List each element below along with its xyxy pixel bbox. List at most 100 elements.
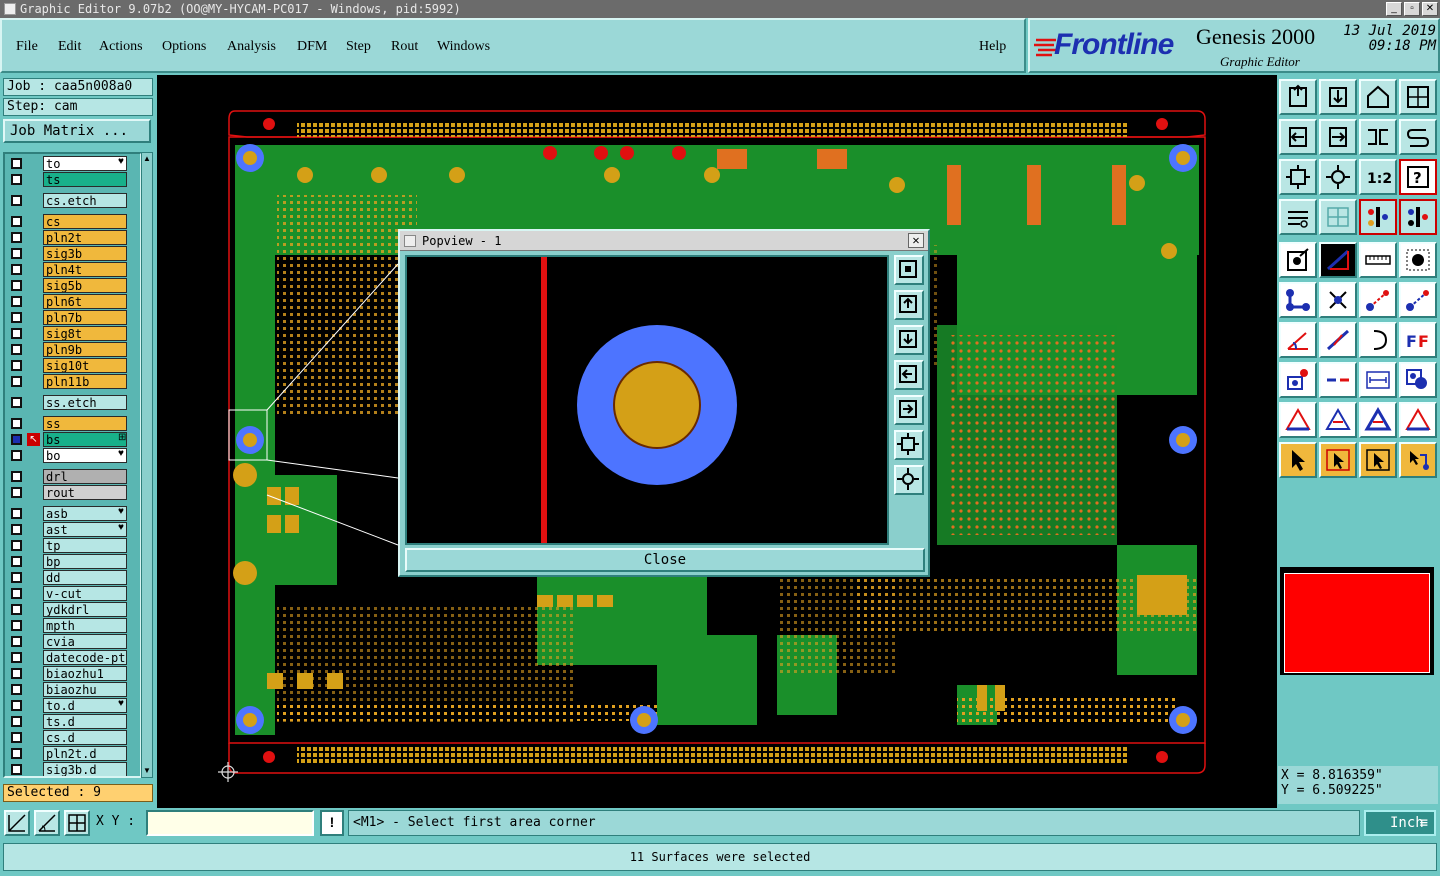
layer-label[interactable]: pln2t	[43, 230, 127, 245]
layer-checkbox[interactable]	[11, 328, 22, 339]
popview-canvas[interactable]	[405, 255, 889, 545]
layer-row-pln9b[interactable]: pln9b	[7, 342, 140, 357]
break-line-button[interactable]	[1319, 362, 1357, 398]
cross-button[interactable]	[1319, 282, 1357, 318]
layer-row-v-cut[interactable]: v-cut	[7, 586, 140, 601]
layer-checkbox[interactable]	[11, 668, 22, 679]
layer-checkbox[interactable]	[11, 540, 22, 551]
snap-button[interactable]	[4, 810, 30, 836]
job-matrix-button[interactable]: Job Matrix ...	[3, 119, 151, 143]
shape-b-button[interactable]	[1359, 402, 1397, 438]
layer-row-sig10t[interactable]: sig10t	[7, 358, 140, 373]
layer-label[interactable]: sig10t	[43, 358, 127, 373]
layer-row-mpth[interactable]: mpth	[7, 618, 140, 633]
layer-label[interactable]: sig3b.d	[43, 762, 127, 776]
view-home-button[interactable]	[1359, 79, 1397, 115]
select-mode-button[interactable]	[1279, 242, 1317, 278]
layer-checkbox[interactable]	[11, 195, 22, 206]
layer-row-cs[interactable]: cs	[7, 214, 140, 229]
layer-label[interactable]: to.d	[43, 698, 127, 713]
layer-row-cs.d[interactable]: cs.d	[7, 730, 140, 745]
select-net-button[interactable]	[1399, 442, 1437, 478]
layer-checkbox[interactable]	[11, 434, 22, 445]
add-line-button[interactable]	[1319, 242, 1357, 278]
layer-label[interactable]: cs	[43, 214, 127, 229]
zoom-1to2-button[interactable]: 1:2	[1359, 159, 1397, 195]
layer-row-to.d[interactable]: to.d ♥	[7, 698, 140, 713]
layer-checkbox[interactable]	[11, 684, 22, 695]
arc-button[interactable]	[1359, 322, 1397, 358]
layer-checkbox[interactable]	[11, 376, 22, 387]
snap-grid-button[interactable]	[64, 810, 90, 836]
layer-checkbox[interactable]	[11, 508, 22, 519]
layer-row-ss.etch[interactable]: ss.etch	[7, 395, 140, 410]
layer-label[interactable]: biaozhu1	[43, 666, 127, 681]
layer-label[interactable]: pln9b	[43, 342, 127, 357]
menu-file[interactable]: File	[16, 39, 38, 55]
layer-scrollbar[interactable]: ▲ ▼	[141, 152, 153, 778]
layer-label[interactable]: pln11b	[43, 374, 127, 389]
slope-button[interactable]	[1319, 322, 1357, 358]
layer-checkbox[interactable]	[11, 174, 22, 185]
shape-c-button[interactable]	[1399, 402, 1437, 438]
layer-label[interactable]: rout	[43, 485, 127, 500]
layer-row-ts[interactable]: ts	[7, 172, 140, 187]
layer-row-cs.etch[interactable]: cs.etch	[7, 193, 140, 208]
layer-row-tp[interactable]: tp	[7, 538, 140, 553]
window-split-button[interactable]	[1399, 79, 1437, 115]
popview-pan-down-button[interactable]	[894, 325, 924, 355]
ruler-button[interactable]	[1359, 242, 1397, 278]
pan-left-button[interactable]	[1279, 119, 1317, 155]
layer-label[interactable]: v-cut	[43, 586, 127, 601]
pad-group-button[interactable]	[1399, 362, 1437, 398]
layer-row-bo[interactable]: bo ♥	[7, 448, 140, 463]
layer-label[interactable]: pln6t	[43, 294, 127, 309]
popview-fit-button[interactable]	[894, 430, 924, 460]
info-button[interactable]: !	[320, 810, 344, 836]
popview-close-button[interactable]: Close	[405, 548, 925, 572]
layer-checkbox[interactable]	[11, 296, 22, 307]
layer-row-pln2t.d[interactable]: pln2t.d	[7, 746, 140, 761]
menu-analysis[interactable]: Analysis	[227, 39, 276, 55]
layer-checkbox[interactable]	[11, 264, 22, 275]
layer-checkbox[interactable]	[11, 652, 22, 663]
close-icon[interactable]: ✕	[908, 233, 924, 248]
layer-label[interactable]: ss.etch	[43, 395, 127, 410]
layer-label[interactable]: cs.d	[43, 730, 127, 745]
layer-row-datecode-pto[interactable]: datecode-pto	[7, 650, 140, 665]
layer-label[interactable]: pln7b	[43, 310, 127, 325]
layer-row-biaozhu1[interactable]: biaozhu1	[7, 666, 140, 681]
redraw-button[interactable]	[1399, 119, 1437, 155]
layer-checkbox[interactable]	[11, 344, 22, 355]
maximize-icon[interactable]: ▫	[1404, 2, 1420, 16]
layer-label[interactable]: biaozhu	[43, 682, 127, 697]
layer-label[interactable]: tp	[43, 538, 127, 553]
node-button[interactable]	[1279, 362, 1317, 398]
layer-label[interactable]: sig3b	[43, 246, 127, 261]
layer-row-sig3b[interactable]: sig3b	[7, 246, 140, 261]
layer-row-bs[interactable]: ↖ bs ⊞	[7, 432, 140, 447]
dimension-button[interactable]	[1359, 362, 1397, 398]
layer-label[interactable]: cs.etch	[43, 193, 127, 208]
layer-row-ydkdrl[interactable]: ydkdrl	[7, 602, 140, 617]
layer-label[interactable]: ss	[43, 416, 127, 431]
layer-label[interactable]: sig8t	[43, 326, 127, 341]
text-mirror-button[interactable]: FF	[1399, 322, 1437, 358]
triangle-button[interactable]	[1279, 402, 1317, 438]
angle-button[interactable]	[1279, 322, 1317, 358]
layer-row-pln7b[interactable]: pln7b	[7, 310, 140, 325]
overview-preview[interactable]	[1280, 567, 1434, 675]
zoom-center-button[interactable]	[1319, 159, 1357, 195]
menu-edit[interactable]: Edit	[58, 39, 81, 55]
layer-checkbox[interactable]	[11, 418, 22, 429]
layer-checkbox[interactable]	[11, 487, 22, 498]
close-icon[interactable]: ✕	[1422, 2, 1438, 16]
layer-label[interactable]: bp	[43, 554, 127, 569]
layer-row-sig5b[interactable]: sig5b	[7, 278, 140, 293]
layer-checkbox[interactable]	[11, 604, 22, 615]
layer-label[interactable]: mpth	[43, 618, 127, 633]
layer-label[interactable]: to	[43, 156, 127, 171]
mirror-button[interactable]	[1359, 119, 1397, 155]
popview-pan-up-button[interactable]	[894, 290, 924, 320]
scroll-down-icon[interactable]: ▼	[143, 766, 151, 776]
